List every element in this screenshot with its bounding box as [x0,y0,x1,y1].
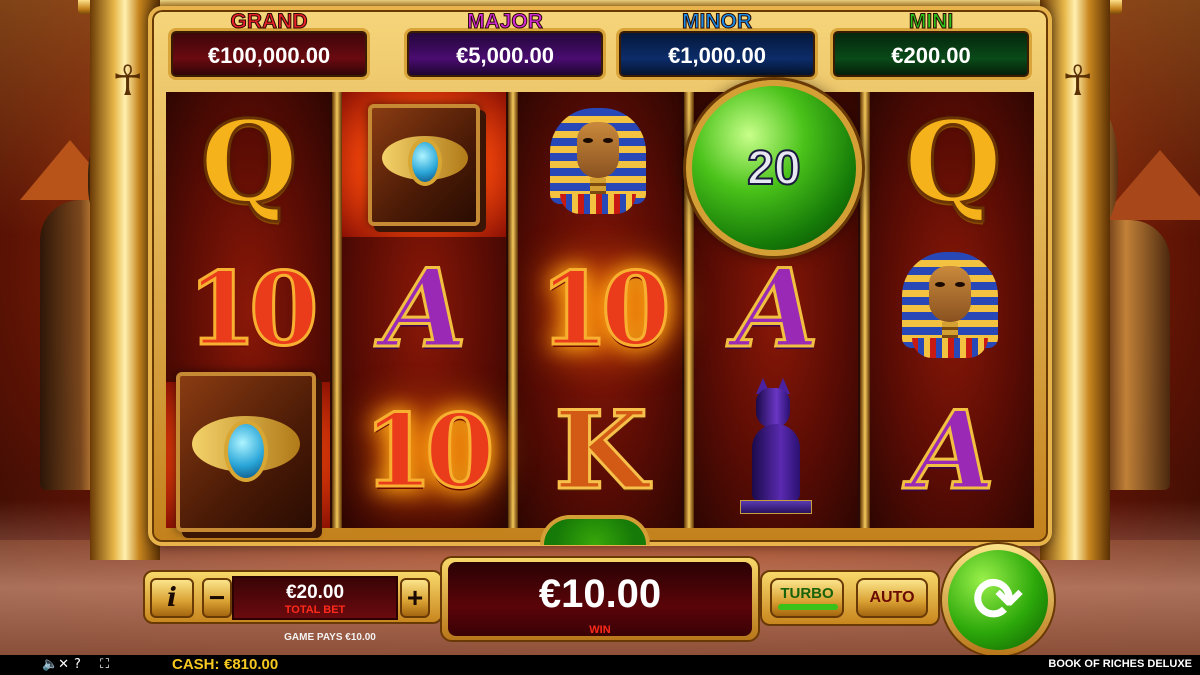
reel-divider [860,92,870,528]
pharaoh-eye [935,282,945,287]
symbol-a-letter: A [382,246,469,372]
book-symbol [176,372,316,532]
pharaoh-collar [560,194,636,214]
win-value: €10.00 [538,572,662,616]
symbol-a: A [878,382,1028,520]
total-bet-display: €20.00 TOTAL BET [232,576,398,620]
reel-divider [508,92,518,528]
win-label: WIN [589,624,611,636]
ankh-icon: ☥ [112,56,144,105]
jackpot-major: MAJOR €5,000.00 [404,10,606,80]
turbo-label: TURBO [780,584,834,602]
symbol-10: 10 [174,240,324,378]
sound-mute-icon[interactable]: 🔈✕ [42,657,69,673]
jackpot-minor-value: €1,000.00 [668,43,766,68]
jackpot-mini-value: €200.00 [891,43,971,68]
symbol-a: A [702,240,852,378]
decrease-bet-button[interactable]: − [202,578,232,618]
ankh-icon: ☥ [1062,56,1094,105]
jackpot-major-value: €5,000.00 [456,43,554,68]
symbol-q-letter: Q [199,97,300,228]
pharaoh-face [577,122,619,178]
pharaoh-face [929,266,971,322]
cat-symbol [738,378,818,516]
green-orb-peek [540,515,650,545]
jackpot-grand-label: GRAND [230,10,308,34]
book-symbol [368,104,480,226]
symbol-a-letter: A [734,246,821,372]
cat-base [740,500,812,514]
symbol-q: Q [878,94,1028,232]
symbol-10: 10 [526,240,676,378]
orb-value: 20 [746,141,801,196]
jackpot-mini-label: MINI [908,10,954,34]
spin-button[interactable]: ⟳ [948,550,1048,650]
cash-value: €810.00 [224,656,279,673]
symbol-10-letter: 10 [362,392,496,510]
green-orb: 20 [686,80,862,256]
reel-divider [332,92,342,528]
jackpot-mini: MINI €200.00 [830,10,1032,80]
turbo-button[interactable]: TURBO [770,578,844,618]
spin-arrows-icon: ⟳ [972,565,1024,635]
cat-body [752,424,800,502]
pharaoh-eye [603,138,613,143]
jackpot-grand: GRAND €100,000.00 [168,10,370,80]
total-bet-value: €20.00 [285,582,345,603]
cat-head [756,388,790,428]
symbol-q-letter: Q [903,97,1004,228]
autoplay-button[interactable]: AUTO [856,578,928,618]
jackpot-minor: MINOR €1,000.00 [616,10,818,80]
symbol-k: K [526,382,676,520]
symbol-10: 10 [350,382,500,520]
jackpot-major-label: MAJOR [467,10,544,34]
symbol-10-letter: 10 [538,250,672,368]
increase-bet-button[interactable]: + [400,578,430,618]
game-pays-text: GAME PAYS €10.00 [284,632,376,643]
scarab-icon [408,138,442,186]
scarab-icon [224,420,268,482]
cash-label: CASH: [172,656,220,673]
total-bet-label: TOTAL BET [284,604,346,616]
symbol-k-letter: K [553,388,650,514]
pharaoh-eye [955,282,965,287]
info-button[interactable]: i [150,578,194,618]
help-icon[interactable]: ? [74,657,81,673]
symbol-q: Q [174,94,324,232]
jackpot-grand-value: €100,000.00 [207,43,331,68]
symbol-a: A [350,240,500,378]
pharaoh-eye [583,138,593,143]
symbol-a-letter: A [910,388,997,514]
game-title: BOOK OF RICHES DELUXE [1048,658,1192,670]
symbol-10-letter: 10 [186,250,320,368]
turbo-indicator [778,604,838,610]
pharaoh-symbol [550,98,646,226]
pharaoh-collar [912,338,988,358]
jackpot-minor-label: MINOR [682,10,753,34]
pharaoh-symbol [902,242,998,370]
fullscreen-icon[interactable]: ⛶ [100,657,109,673]
